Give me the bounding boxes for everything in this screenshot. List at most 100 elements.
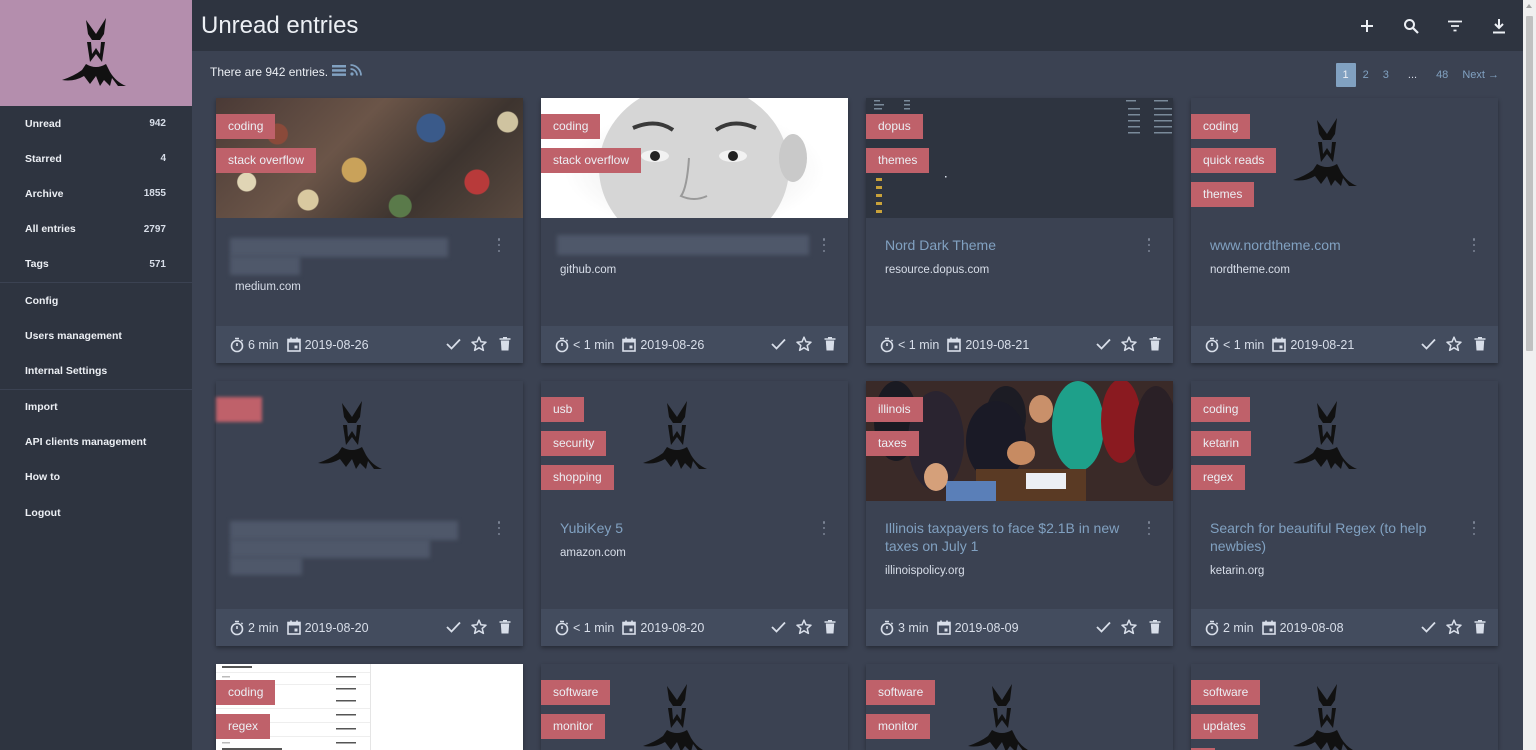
delete-icon[interactable]	[1147, 619, 1163, 635]
check-icon[interactable]	[1095, 336, 1111, 352]
tag[interactable]: usb	[541, 397, 585, 422]
check-icon[interactable]	[1095, 619, 1111, 635]
entry-title[interactable]: Illinois taxpayers to face $2.1B in new …	[885, 519, 1130, 555]
scrollbar[interactable]	[1523, 0, 1536, 750]
more-options-icon[interactable]	[822, 238, 826, 252]
sidebar-item-archive[interactable]: Archive 1855	[0, 176, 192, 211]
sidebar-item-tags[interactable]: Tags 571	[0, 247, 192, 282]
delete-icon[interactable]	[1472, 619, 1488, 635]
check-icon[interactable]	[445, 336, 461, 352]
star-icon[interactable]	[796, 619, 812, 635]
entry-title[interactable]: YubiKey 5	[560, 519, 805, 537]
star-icon[interactable]	[471, 336, 487, 352]
entry-card[interactable]: coding quick reads themes www.nordtheme.…	[1191, 98, 1498, 363]
tag[interactable]: taxes	[866, 431, 919, 456]
star-icon[interactable]	[1446, 619, 1462, 635]
tag[interactable]: software	[1191, 680, 1261, 705]
delete-icon[interactable]	[1147, 336, 1163, 352]
delete-icon[interactable]	[822, 619, 838, 635]
entry-domain[interactable]: github.com	[560, 264, 616, 276]
check-icon[interactable]	[1420, 619, 1436, 635]
search-icon[interactable]	[1399, 14, 1423, 38]
entry-card[interactable]: dopus themes Nord Dark Theme resource.do…	[866, 98, 1173, 363]
entry-card[interactable]: software monitor	[541, 664, 848, 750]
tag[interactable]: illinois	[866, 397, 923, 422]
delete-icon[interactable]	[497, 619, 513, 635]
sidebar-item-unread[interactable]: Unread 942	[0, 106, 192, 141]
sidebar-item-import[interactable]: Import	[0, 390, 192, 425]
sidebar-item-internal-settings[interactable]: Internal Settings	[0, 353, 192, 388]
entry-domain[interactable]: medium.com	[235, 281, 301, 293]
more-options-icon[interactable]	[1472, 238, 1476, 252]
entry-card[interactable]: coding ketarin regex Search for beautifu…	[1191, 381, 1498, 646]
tag[interactable]: monitor	[866, 714, 931, 739]
tag[interactable]: coding	[1191, 114, 1251, 139]
entry-thumbnail[interactable]	[216, 381, 523, 501]
entry-title[interactable]: Search for beautiful Regex (to help newb…	[1210, 519, 1455, 555]
tag[interactable]: monitor	[541, 714, 606, 739]
entry-card[interactable]: 2 min 2019-08-20	[216, 381, 523, 646]
entry-card[interactable]: software monitor	[866, 664, 1173, 750]
entry-domain[interactable]: nordtheme.com	[1210, 264, 1290, 276]
check-icon[interactable]	[770, 619, 786, 635]
tag[interactable]: regex	[216, 714, 271, 739]
entry-card[interactable]: coding stack overflow medium.com 6 min 2…	[216, 98, 523, 363]
sidebar-item-config[interactable]: Config	[0, 283, 192, 318]
star-icon[interactable]	[796, 336, 812, 352]
more-options-icon[interactable]	[497, 521, 501, 535]
entry-domain[interactable]: amazon.com	[560, 547, 626, 559]
rss-icon[interactable]	[350, 64, 362, 79]
entry-domain[interactable]: ketarin.org	[1210, 565, 1264, 577]
sidebar-item-api-clients[interactable]: API clients management	[0, 425, 192, 460]
more-options-icon[interactable]	[822, 521, 826, 535]
more-options-icon[interactable]	[1147, 521, 1151, 535]
sidebar-item-users-management[interactable]: Users management	[0, 318, 192, 353]
more-options-icon[interactable]	[1472, 521, 1476, 535]
tag[interactable]: coding	[1191, 397, 1251, 422]
page-2[interactable]: 2	[1356, 63, 1376, 87]
check-icon[interactable]	[445, 619, 461, 635]
sidebar-item-logout[interactable]: Logout	[0, 495, 192, 530]
tag[interactable]: shopping	[541, 465, 614, 490]
tag[interactable]: stack overflow	[216, 148, 317, 173]
download-icon[interactable]	[1487, 14, 1511, 38]
filter-icon[interactable]	[1443, 14, 1467, 38]
page-3[interactable]: 3	[1376, 63, 1396, 87]
entry-domain[interactable]: illinoispolicy.org	[885, 565, 965, 577]
sidebar-item-starred[interactable]: Starred 4	[0, 141, 192, 176]
tag[interactable]	[216, 397, 262, 422]
entry-title[interactable]: Nord Dark Theme	[885, 236, 1130, 254]
tag[interactable]: coding	[216, 114, 276, 139]
star-icon[interactable]	[471, 619, 487, 635]
page-next[interactable]: Next →	[1455, 63, 1506, 87]
entry-card[interactable]: usb security shopping YubiKey 5 amazon.c…	[541, 381, 848, 646]
more-options-icon[interactable]	[1147, 238, 1151, 252]
sidebar-item-all-entries[interactable]: All entries 2797	[0, 212, 192, 247]
tag[interactable]: coding	[216, 680, 276, 705]
more-options-icon[interactable]	[497, 238, 501, 252]
tag[interactable]: regex	[1191, 465, 1246, 490]
entry-card[interactable]: illinois taxes Illinois taxpayers to fac…	[866, 381, 1173, 646]
star-icon[interactable]	[1121, 619, 1137, 635]
page-1[interactable]: 1	[1335, 63, 1356, 87]
star-icon[interactable]	[1121, 336, 1137, 352]
entry-card[interactable]: coding stack overflow github.com < 1 min…	[541, 98, 848, 363]
delete-icon[interactable]	[497, 336, 513, 352]
tag[interactable]: ketarin	[1191, 431, 1252, 456]
tag[interactable]: security	[541, 431, 607, 456]
tag[interactable]: quick reads	[1191, 148, 1277, 173]
check-icon[interactable]	[1420, 336, 1436, 352]
entry-card[interactable]: coding regex	[216, 664, 523, 750]
tag[interactable]: dopus	[866, 114, 923, 139]
list-view-icon[interactable]	[332, 64, 347, 79]
sidebar-item-how-to[interactable]: How to	[0, 460, 192, 495]
tag[interactable]: software	[866, 680, 936, 705]
tag[interactable]: coding	[541, 114, 601, 139]
check-icon[interactable]	[770, 336, 786, 352]
entry-title[interactable]: www.nordtheme.com	[1210, 236, 1455, 254]
star-icon[interactable]	[1446, 336, 1462, 352]
add-icon[interactable]	[1355, 14, 1379, 38]
tag[interactable]: themes	[1191, 182, 1255, 207]
scroll-thumb[interactable]	[1526, 16, 1533, 351]
entry-domain[interactable]: resource.dopus.com	[885, 264, 989, 276]
